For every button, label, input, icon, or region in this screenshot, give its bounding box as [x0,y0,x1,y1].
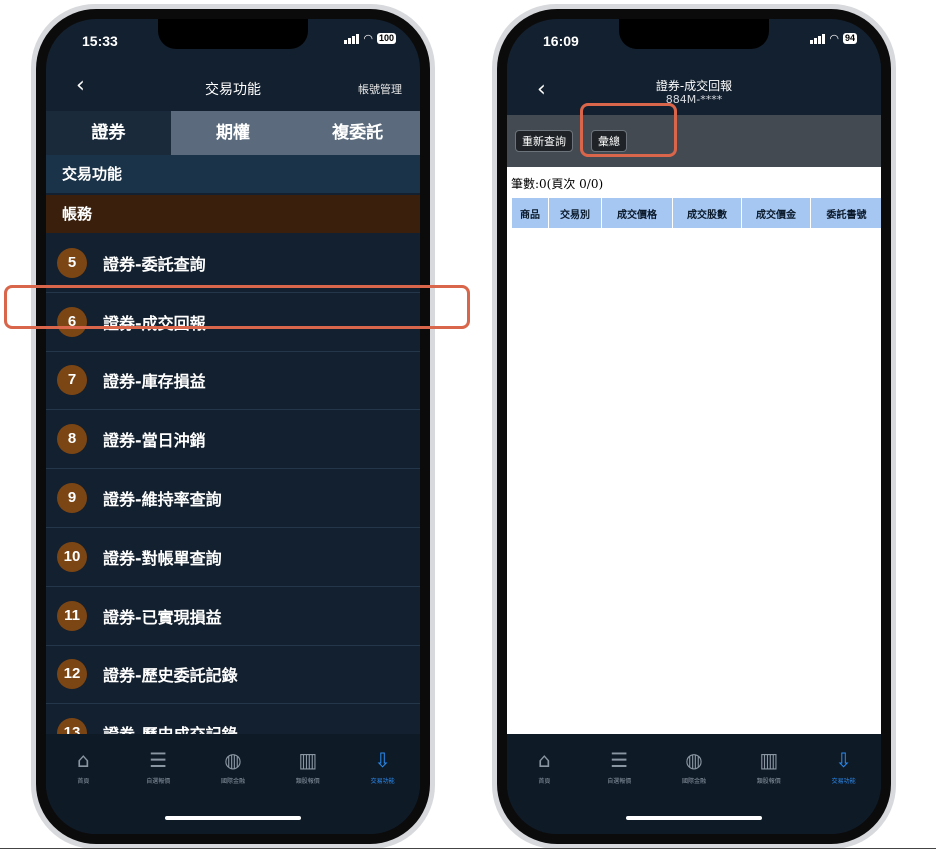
item-number-badge: 9 [57,483,87,514]
tabbar-international[interactable]: ◍ 國際金融 [657,748,732,785]
highlight-box [580,103,677,157]
list-item[interactable]: 9 證券-維持率查詢 [46,469,420,528]
list-icon: ☰ [149,748,168,772]
list-icon: ☰ [610,748,629,772]
tabbar-label: 國際金融 [220,778,245,785]
page-title: 證券-成交回報 [655,79,733,93]
status-time: 16:09 [543,33,579,49]
account-number: 884M-**** [665,93,723,106]
list-item[interactable]: 11 證券-已實現損益 [46,587,420,646]
globe-icon: ◍ [224,748,242,772]
tab-sub-brokerage[interactable]: 複委託 [295,111,420,155]
home-indicator [165,816,301,820]
tabbar-watchlist[interactable]: ☰ 自選報價 [582,748,657,785]
tabbar-label: 類股報價 [756,778,781,785]
results-table: 商品 交易別 成交價格 成交股數 成交價金 委託書號 [511,197,881,229]
tabbar-sector-quotes[interactable]: ▥ 類股報價 [270,748,345,785]
tabbar-home[interactable]: ⌂ 首頁 [507,748,582,785]
home-icon: ⌂ [538,748,551,772]
column-header[interactable]: 交易別 [548,197,602,229]
tabbar-trade[interactable]: ⇩ 交易功能 [806,748,881,785]
wifi-icon: ◠ [829,31,839,45]
right-phone: 16:09 ◠ 94 ‹ 證券-成交回報 884M-**** 重新查詢 彙總 筆… [492,4,896,849]
item-number-badge: 8 [57,424,87,455]
bottom-tab-bar: ⌂ 首頁 ☰ 自選報價 ◍ 國際金融 ▥ 類股報價 ⇩ 交易功能 [507,734,881,834]
item-number-badge: 10 [57,541,87,572]
tabbar-label: 自選報價 [607,778,632,785]
tabbar-home[interactable]: ⌂ 首頁 [46,748,121,785]
column-header[interactable]: 商品 [511,197,549,229]
tabbar-label: 交易功能 [370,778,395,785]
item-number-badge: 12 [57,659,87,690]
highlight-box [4,285,470,329]
list-item[interactable]: 7 證券-庫存損益 [46,352,420,411]
tabbar-watchlist[interactable]: ☰ 自選報價 [121,748,196,785]
list-item[interactable]: 5 證券-委託查詢 [46,234,420,293]
left-screen: 15:33 ◠ 100 ‹ 交易功能 帳號管理 證券 期權 複委託 交易功能 帳… [46,19,420,834]
notch [158,19,308,49]
download-arrow-icon: ⇩ [374,748,391,772]
column-header[interactable]: 成交股數 [672,197,742,229]
column-header[interactable]: 成交價金 [741,197,811,229]
bar-chart-icon: ▥ [298,748,318,772]
wifi-icon: ◠ [363,31,373,45]
list-item[interactable]: 12 證券-歷史委託記錄 [46,646,420,705]
item-label: 證券-對帳單查詢 [103,548,222,568]
left-phone: 15:33 ◠ 100 ‹ 交易功能 帳號管理 證券 期權 複委託 交易功能 帳… [31,4,435,849]
bottom-tab-bar: ⌂ 首頁 ☰ 自選報價 ◍ 國際金融 ▥ 類股報價 ⇩ 交易功能 [46,734,420,834]
battery-icon: 100 [376,33,396,44]
query-toolbar: 重新查詢 彙總 [507,115,881,167]
tabbar-trade[interactable]: ⇩ 交易功能 [345,748,420,785]
download-arrow-icon: ⇩ [835,748,852,772]
item-label: 證券-已實現損益 [103,607,222,627]
tabbar-label: 首頁 [77,778,90,785]
signal-icon [344,33,360,44]
item-label: 證券-委託查詢 [103,254,206,274]
record-count: 筆數:0(頁次 0/0) [511,177,604,191]
tabbar-label: 自選報價 [146,778,171,785]
section-accounting: 帳務 [46,195,420,233]
nav-bar: ‹ 證券-成交回報 884M-**** [507,63,881,115]
results-panel: 筆數:0(頁次 0/0) 商品 交易別 成交價格 成交股數 成交價金 委託書號 [507,167,881,765]
market-tabs: 證券 期權 複委託 [46,111,420,155]
requery-button[interactable]: 重新查詢 [515,130,573,152]
home-icon: ⌂ [77,748,90,772]
table-header-row: 商品 交易別 成交價格 成交股數 成交價金 委託書號 [511,197,881,229]
divider [0,848,936,849]
tab-options[interactable]: 期權 [170,111,296,155]
tabbar-label: 首頁 [538,778,551,785]
tabbar-label: 國際金融 [681,778,706,785]
tab-securities[interactable]: 證券 [46,111,171,155]
section-trade-functions: 交易功能 [46,155,420,193]
globe-icon: ◍ [685,748,703,772]
column-header[interactable]: 成交價格 [601,197,673,229]
tabbar-sector-quotes[interactable]: ▥ 類股報價 [731,748,806,785]
item-number-badge: 5 [57,247,87,278]
item-number-badge: 11 [57,600,87,631]
notch [619,19,769,49]
battery-icon: 94 [842,33,857,44]
right-screen: 16:09 ◠ 94 ‹ 證券-成交回報 884M-**** 重新查詢 彙總 筆… [507,19,881,834]
tabbar-international[interactable]: ◍ 國際金融 [196,748,271,785]
home-indicator [626,816,762,820]
list-item[interactable]: 10 證券-對帳單查詢 [46,528,420,587]
nav-bar: ‹ 交易功能 帳號管理 [46,63,420,111]
bar-chart-icon: ▥ [759,748,779,772]
signal-icon [810,33,826,44]
item-label: 證券-庫存損益 [103,372,206,392]
status-time: 15:33 [82,33,118,49]
column-header[interactable]: 委託書號 [810,197,881,229]
tabbar-label: 交易功能 [831,778,856,785]
list-item[interactable]: 8 證券-當日沖銷 [46,410,420,470]
item-label: 證券-當日沖銷 [103,431,206,451]
item-number-badge: 7 [57,365,87,396]
account-management-link[interactable]: 帳號管理 [358,81,402,97]
tabbar-label: 類股報價 [295,778,320,785]
item-label: 證券-維持率查詢 [103,490,222,510]
item-label: 證券-歷史委託記錄 [103,666,238,686]
